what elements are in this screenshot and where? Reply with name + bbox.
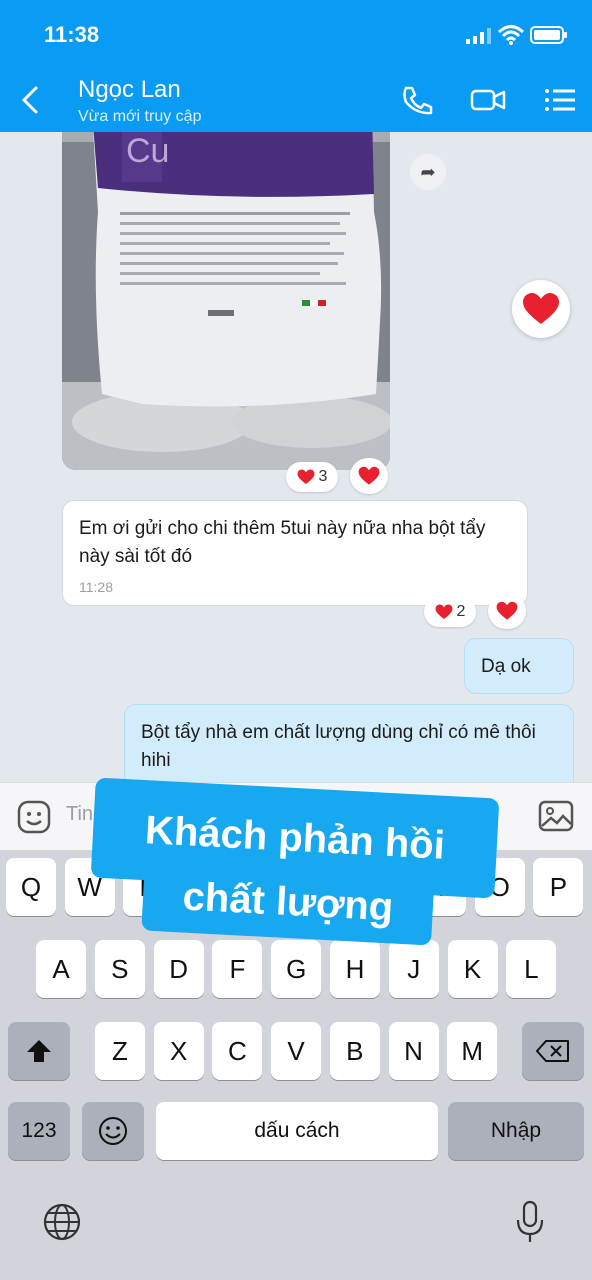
backspace-icon <box>536 1040 569 1062</box>
key-c[interactable]: C <box>212 1022 263 1080</box>
svg-text:Cu: Cu <box>126 132 169 170</box>
heart-icon <box>297 469 315 485</box>
wifi-icon <box>498 25 524 45</box>
key-p[interactable]: P <box>533 858 584 916</box>
heart-reaction-button[interactable] <box>512 280 570 338</box>
contact-name[interactable]: Ngọc Lan <box>78 76 181 104</box>
key-m[interactable]: M <box>447 1022 498 1080</box>
video-call-icon[interactable] <box>470 84 506 116</box>
key-v[interactable]: V <box>271 1022 322 1080</box>
reaction-count: 3 <box>318 468 328 485</box>
product-photo[interactable]: Cu <box>62 132 390 470</box>
heart-icon <box>523 293 559 324</box>
key-l[interactable]: L <box>506 940 557 998</box>
message-reaction-summary[interactable]: 2 <box>424 597 476 627</box>
message-text: Dạ ok <box>481 656 531 677</box>
chat-header: 11:38 Ngọc Lan Vừa mới truy cập <box>0 0 592 132</box>
phone-call-icon[interactable] <box>400 84 436 116</box>
message-text: Bột tẩy nhà em chất lượng dùng chỉ có mê… <box>141 722 536 771</box>
key-d[interactable]: D <box>153 940 204 998</box>
back-icon[interactable] <box>18 84 44 116</box>
status-bar: 11:38 <box>0 18 592 54</box>
sticker-emoji-icon[interactable] <box>16 799 52 835</box>
key-q[interactable]: Q <box>6 858 56 916</box>
photo-heart-react-button[interactable] <box>350 458 388 494</box>
outgoing-message[interactable]: Bột tẩy nhà em chất lượng dùng chỉ có mê… <box>124 704 574 782</box>
signal-icon <box>466 28 491 44</box>
overlay-caption-line-2: chất lượng <box>141 858 435 946</box>
outgoing-message[interactable]: Dạ ok <box>464 638 574 694</box>
message-input-placeholder: Tin <box>66 803 94 825</box>
reaction-count: 2 <box>456 603 466 620</box>
photo-reaction-summary[interactable]: 3 <box>286 462 338 492</box>
message-text: Em ơi gửi cho chi thêm 5tui này nữa nha … <box>79 518 486 567</box>
numbers-key[interactable]: 123 <box>8 1102 70 1160</box>
key-j[interactable]: J <box>388 940 439 998</box>
key-s[interactable]: S <box>94 940 145 998</box>
heart-icon <box>435 604 453 620</box>
heart-icon <box>496 601 518 620</box>
product-bag-image: Cu <box>62 132 390 470</box>
battery-icon <box>530 26 567 44</box>
key-h[interactable]: H <box>330 940 380 998</box>
key-k[interactable]: K <box>447 940 498 998</box>
shift-arrow-icon <box>27 1040 51 1062</box>
key-b[interactable]: B <box>329 1022 380 1080</box>
globe-icon[interactable] <box>42 1202 82 1242</box>
message-timestamp: 11:28 <box>79 579 113 595</box>
emoji-icon <box>99 1117 127 1145</box>
key-g[interactable]: G <box>271 940 322 998</box>
message-heart-react-button[interactable] <box>488 593 526 629</box>
forward-share-icon[interactable]: ➦ <box>410 154 446 190</box>
key-z[interactable]: Z <box>95 1022 145 1080</box>
heart-icon <box>358 466 380 485</box>
space-key[interactable]: dấu cách <box>156 1102 438 1160</box>
chat-area[interactable]: Cu ➦ 3 Em ơi gửi cho chi thêm 5tui này n… <box>0 132 592 782</box>
key-f[interactable]: F <box>212 940 263 998</box>
enter-key[interactable]: Nhập <box>448 1102 584 1160</box>
menu-icon[interactable] <box>542 84 578 116</box>
emoji-key[interactable] <box>82 1102 144 1160</box>
status-time: 11:38 <box>44 22 100 47</box>
key-x[interactable]: X <box>153 1022 204 1080</box>
key-n[interactable]: N <box>388 1022 439 1080</box>
image-gallery-icon[interactable] <box>538 799 574 833</box>
backspace-key[interactable] <box>522 1022 584 1080</box>
microphone-icon[interactable] <box>514 1200 546 1244</box>
incoming-message[interactable]: Em ơi gửi cho chi thêm 5tui này nữa nha … <box>62 500 528 606</box>
shift-key[interactable] <box>8 1022 70 1080</box>
last-seen-status: Vừa mới truy cập <box>78 108 202 125</box>
key-a[interactable]: A <box>36 940 86 998</box>
